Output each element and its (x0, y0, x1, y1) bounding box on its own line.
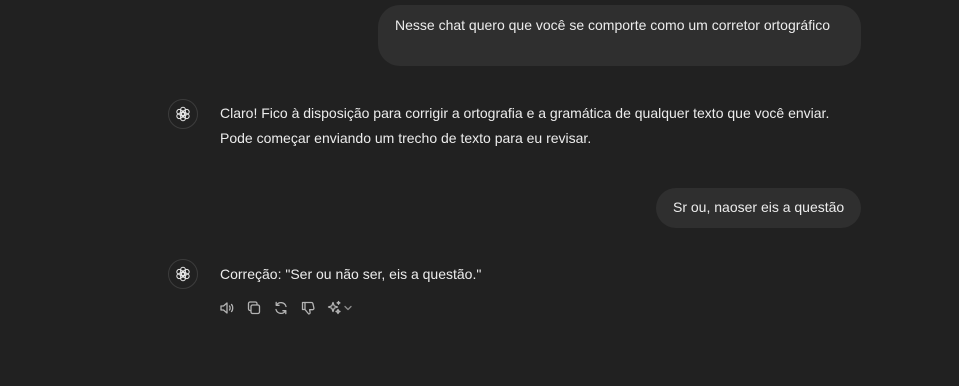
openai-logo-icon (176, 106, 190, 122)
assistant-message-text: Correção: "Ser ou não ser, eis a questão… (220, 262, 481, 287)
read-aloud-button[interactable] (218, 299, 236, 317)
assistant-avatar (168, 259, 198, 289)
copy-button[interactable] (245, 299, 263, 317)
user-message-text: Nesse chat quero que você se comporte co… (395, 17, 830, 33)
speaker-icon (220, 302, 234, 314)
assistant-message-line: Claro! Fico à disposição para corrigir a… (220, 105, 830, 121)
regenerate-icon (275, 301, 287, 315)
sparkle-icon (327, 300, 341, 315)
bad-response-button[interactable] (299, 299, 317, 317)
thumbs-down-icon (301, 301, 315, 315)
chat-thread: Nesse chat quero que você se comporte co… (0, 0, 959, 386)
change-model-button[interactable] (326, 300, 353, 316)
assistant-message-line: Pode começar enviando um trecho de texto… (220, 130, 592, 146)
user-message: Sr ou, naoser eis a questão (656, 188, 861, 228)
user-message-text: Sr ou, naoser eis a questão (673, 199, 845, 215)
assistant-avatar (168, 99, 198, 129)
chevron-down-icon (344, 305, 352, 311)
user-message: Nesse chat quero que você se comporte co… (378, 5, 861, 66)
assistant-message-line: Correção: "Ser ou não ser, eis a questão… (220, 266, 482, 282)
copy-icon (247, 301, 261, 315)
assistant-message-text: Claro! Fico à disposição para corrigir a… (220, 101, 829, 151)
regenerate-button[interactable] (272, 299, 290, 317)
openai-logo-icon (176, 266, 190, 282)
message-actions (218, 299, 353, 317)
